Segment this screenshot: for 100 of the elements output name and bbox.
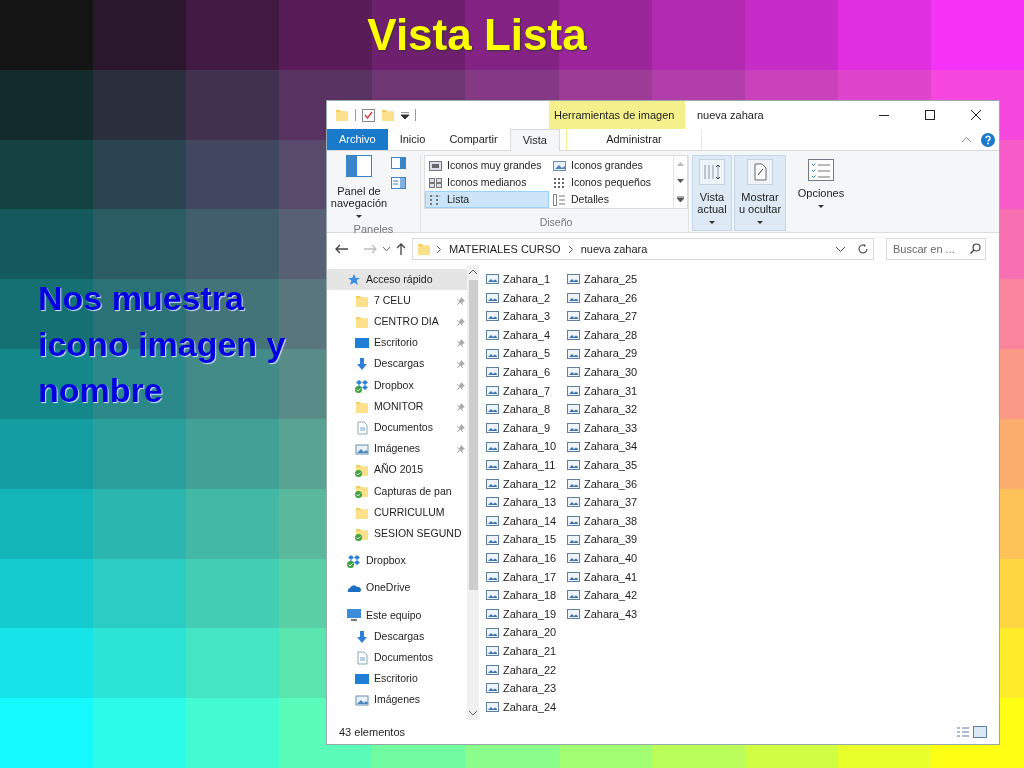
nav-item[interactable]: AÑO 2015	[327, 459, 467, 481]
nav-item[interactable]: Escritorio	[327, 332, 467, 354]
file-item[interactable]: Zahara_37	[567, 493, 647, 512]
nav-item[interactable]: 7 CELU	[327, 290, 467, 312]
file-item[interactable]: Zahara_20	[486, 623, 566, 642]
file-item[interactable]: Zahara_15	[486, 530, 566, 549]
file-item[interactable]: Zahara_35	[567, 455, 647, 475]
nav-item[interactable]: CURRICULUM	[327, 502, 467, 524]
nav-item[interactable]: Descargas	[327, 353, 467, 375]
layout-option[interactable]: Iconos pequeños	[549, 174, 673, 191]
customize-dropdown-icon[interactable]	[401, 111, 409, 119]
breadcrumb[interactable]: MATERIALES CURSO	[449, 240, 561, 258]
ribbon-tab[interactable]: Compartir	[437, 129, 510, 150]
file-item[interactable]: Zahara_10	[486, 437, 566, 456]
refresh-icon[interactable]	[857, 243, 869, 255]
ribbon-tab[interactable]: Inicio	[387, 129, 438, 150]
recent-locations-icon[interactable]	[383, 247, 390, 251]
details-pane-icon[interactable]	[391, 177, 406, 189]
scroll-down-icon[interactable]	[469, 711, 477, 716]
nav-item[interactable]: Este equipo	[327, 604, 467, 626]
file-item[interactable]: Zahara_22	[486, 660, 566, 680]
file-item[interactable]: Zahara_36	[567, 474, 647, 494]
file-item[interactable]: Zahara_38	[567, 511, 647, 531]
file-item[interactable]: Zahara_21	[486, 641, 566, 661]
file-item[interactable]: Zahara_27	[567, 307, 647, 326]
nav-item[interactable]: Imágenes	[327, 438, 467, 460]
file-item[interactable]: Zahara_1	[486, 270, 566, 289]
file-item[interactable]: Zahara_31	[567, 381, 647, 401]
file-item[interactable]: Zahara_14	[486, 511, 566, 531]
file-item[interactable]: Zahara_42	[567, 586, 647, 605]
file-item[interactable]: Zahara_7	[486, 381, 566, 401]
layout-option[interactable]: Detalles	[549, 191, 673, 208]
file-item[interactable]: Zahara_41	[567, 567, 647, 587]
file-item[interactable]: Zahara_32	[567, 400, 647, 419]
file-item[interactable]: Zahara_6	[486, 362, 566, 382]
ribbon-tab[interactable]: Archivo	[327, 129, 388, 150]
expand-gallery-icon[interactable]	[677, 195, 684, 202]
nav-item[interactable]: Capturas de pan	[327, 480, 467, 503]
address-field[interactable]: MATERIALES CURSO nueva zahara	[412, 238, 874, 260]
properties-icon[interactable]	[362, 108, 375, 122]
file-item[interactable]: Zahara_8	[486, 400, 566, 419]
file-item[interactable]: Zahara_40	[567, 548, 647, 568]
file-item[interactable]: Zahara_9	[486, 418, 566, 438]
nav-item[interactable]: MONITOR	[327, 396, 467, 418]
file-item[interactable]: Zahara_2	[486, 288, 566, 308]
layout-option[interactable]: Iconos grandes	[549, 157, 673, 174]
search-field[interactable]: Buscar en ...	[886, 238, 986, 260]
nav-item[interactable]: Acceso rápido	[327, 269, 467, 291]
back-arrow-icon[interactable]	[335, 244, 348, 254]
file-item[interactable]: Zahara_18	[486, 586, 566, 605]
file-item[interactable]: Zahara_12	[486, 474, 566, 494]
layout-option[interactable]: Iconos medianos	[425, 174, 549, 191]
scroll-up-icon[interactable]	[469, 269, 477, 274]
scroll-thumb[interactable]	[468, 280, 478, 590]
dropdown-icon[interactable]	[836, 246, 845, 252]
file-item[interactable]: Zahara_4	[486, 325, 566, 345]
nav-item[interactable]: OneDrive	[327, 577, 467, 599]
preview-pane-icon[interactable]	[391, 157, 406, 169]
layout-option[interactable]: Lista	[425, 191, 549, 208]
file-item[interactable]: Zahara_29	[567, 344, 647, 363]
file-item[interactable]: Zahara_43	[567, 604, 647, 624]
large-icons-view-icon[interactable]	[973, 726, 987, 738]
nav-item[interactable]: Documentos	[327, 417, 467, 439]
nav-item[interactable]: SESION SEGUND	[327, 523, 467, 545]
file-item[interactable]: Zahara_26	[567, 288, 647, 308]
file-item[interactable]: Zahara_23	[486, 679, 566, 698]
file-item[interactable]: Zahara_13	[486, 493, 566, 512]
file-item[interactable]: Zahara_17	[486, 567, 566, 587]
nav-item[interactable]: CENTRO DIA	[327, 311, 467, 333]
breadcrumb[interactable]: nueva zahara	[580, 240, 648, 258]
ribbon-button[interactable]: Opciones	[794, 155, 848, 231]
file-item[interactable]: Zahara_30	[567, 362, 647, 382]
collapse-ribbon-icon[interactable]	[962, 137, 971, 142]
nav-item[interactable]: Imágenes	[327, 689, 467, 711]
nav-item[interactable]: Dropbox	[327, 550, 467, 572]
scrollbar[interactable]	[467, 265, 479, 720]
file-item[interactable]: Zahara_16	[486, 548, 566, 568]
navigation-pane-button[interactable]: Panel de navegación	[327, 155, 391, 221]
file-item[interactable]: Zahara_28	[567, 325, 647, 345]
file-item[interactable]: Zahara_5	[486, 344, 566, 363]
nav-item[interactable]: Descargas	[327, 626, 467, 648]
ribbon-tab[interactable]: Administrar	[565, 129, 702, 150]
file-item[interactable]: Zahara_11	[486, 455, 566, 475]
scroll-down-icon[interactable]	[677, 179, 684, 183]
nav-item[interactable]: Escritorio	[327, 668, 467, 690]
help-icon[interactable]	[981, 132, 995, 147]
file-item[interactable]: Zahara_33	[567, 418, 647, 438]
nav-item[interactable]: Documentos	[327, 647, 467, 669]
layout-option[interactable]: Iconos muy grandes	[425, 157, 549, 174]
ribbon-button[interactable]: Mostrar u ocultar	[734, 155, 786, 231]
file-item[interactable]: Zahara_24	[486, 697, 566, 717]
up-arrow-icon[interactable]	[396, 243, 406, 255]
nav-item[interactable]: Dropbox	[327, 374, 467, 397]
file-item[interactable]: Zahara_3	[486, 307, 566, 326]
ribbon-button[interactable]: Vista actual	[692, 155, 732, 231]
file-item[interactable]: Zahara_19	[486, 604, 566, 624]
file-item[interactable]: Zahara_34	[567, 437, 647, 456]
file-item[interactable]: Zahara_39	[567, 530, 647, 549]
ribbon-tab[interactable]: Vista	[509, 129, 560, 151]
file-item[interactable]: Zahara_25	[567, 270, 647, 289]
